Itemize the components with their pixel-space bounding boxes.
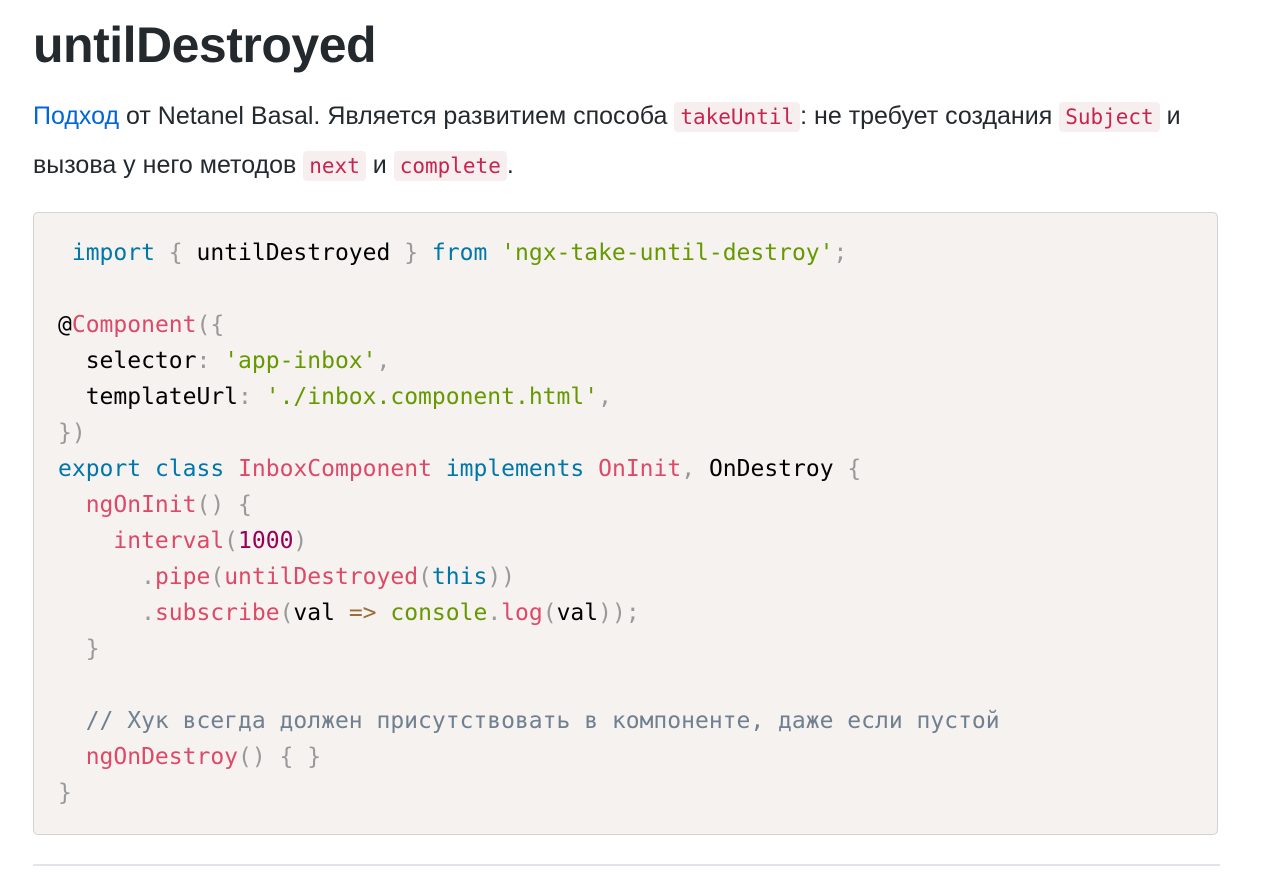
code-line: @Component({ [58, 307, 224, 343]
section-divider [33, 864, 1220, 866]
code-token: ( [224, 528, 239, 554]
code-line: ngOnInit() { [58, 487, 252, 523]
code-token: selector [58, 348, 197, 374]
code-token: 1000 [238, 528, 294, 554]
code-line: // Хук всегда должен присутствовать в ко… [58, 703, 1000, 739]
code-token: } [58, 780, 72, 806]
code-token: () { [196, 492, 252, 518]
code-token: import [58, 240, 155, 266]
code-token: => [348, 600, 377, 626]
code-token: // Хук всегда должен присутствовать в ко… [58, 708, 1000, 734]
code-token: { [154, 240, 197, 266]
inline-code-takeuntil: takeUntil [674, 102, 801, 132]
code-line: .subscribe(val => console.log(val)); [58, 595, 640, 631]
code-token: 'app-inbox' [224, 348, 377, 374]
code-line: } [58, 631, 100, 667]
code-block[interactable]: import { untilDestroyed } from 'ngx-take… [33, 212, 1218, 835]
code-token: this [431, 564, 488, 590]
code-line: }) [58, 415, 86, 451]
code-token: Component [71, 312, 197, 338]
code-token: pipe [154, 564, 211, 590]
code-token: untilDestroyed [196, 240, 391, 266]
code-token: from [431, 240, 488, 266]
code-line: interval(1000) [58, 523, 307, 559]
code-token: : [238, 384, 266, 410]
code-token: . [58, 600, 155, 626]
code-line: selector: 'app-inbox', [58, 343, 391, 379]
code-line: import { untilDestroyed } from 'ngx-take… [58, 235, 848, 271]
code-token: . [487, 600, 502, 626]
code-token: val [293, 600, 349, 626]
inline-code-complete: complete [393, 151, 507, 181]
intro-text-5: . [506, 151, 514, 179]
code-token: 'ngx-take-until-destroy' [501, 240, 834, 266]
code-token: class [154, 456, 225, 482]
code-token: ) [293, 528, 308, 554]
code-token: { [833, 456, 862, 482]
code-token: subscribe [154, 600, 280, 626]
code-token: ( [279, 600, 294, 626]
code-token: OnInit [598, 456, 682, 482]
code-token: ( [418, 564, 432, 590]
code-token: OnDestroy [708, 456, 834, 482]
code-token: untilDestroyed [224, 564, 419, 590]
code-token: './inbox.component.html' [265, 384, 599, 410]
code-token: )); [598, 600, 640, 626]
code-token: ngOnDestroy [58, 744, 239, 770]
code-token: , [681, 456, 709, 482]
code-token: ( [210, 564, 225, 590]
code-token: ; [833, 240, 848, 266]
intro-text-2: : не требует создания [800, 102, 1060, 130]
intro-text-1: от Netanel Basal. Является развитием спо… [119, 102, 675, 130]
code-token: )) [487, 564, 516, 590]
code-token: . [58, 564, 155, 590]
code-line: .pipe(untilDestroyed(this)) [58, 559, 515, 595]
section-heading: untilDestroyed [33, 17, 377, 73]
code-token: @ [58, 312, 72, 338]
code-line: templateUrl: './inbox.component.html', [58, 379, 612, 415]
code-token: }) [58, 420, 86, 446]
code-token: log [501, 600, 543, 626]
code-token: () { } [238, 744, 322, 770]
code-token: ngOnInit [58, 492, 197, 518]
code-token: ( [542, 600, 557, 626]
code-token: } [58, 636, 100, 662]
code-line: export class InboxComponent implements O… [58, 451, 861, 487]
code-token: , [376, 348, 391, 374]
approach-link[interactable]: Подход [33, 102, 119, 130]
code-line: } [58, 775, 72, 811]
intro-paragraph: Подход от Netanel Basal. Является развит… [33, 92, 1223, 190]
code-token: } [390, 240, 432, 266]
intro-text-4: и [365, 151, 394, 179]
code-token: InboxComponent [238, 456, 432, 482]
inline-code-subject: Subject [1059, 102, 1160, 132]
code-line: ngOnDestroy() { } [58, 739, 321, 775]
code-token: val [556, 600, 599, 626]
code-token: interval [58, 528, 225, 554]
code-token: templateUrl [58, 384, 239, 410]
code-token: : [196, 348, 225, 374]
code-token: , [598, 384, 612, 410]
code-token: console [390, 600, 488, 626]
code-token: ({ [196, 312, 225, 338]
inline-code-next: next [303, 151, 366, 181]
code-token: export [58, 456, 142, 482]
code-token: implements [445, 456, 585, 482]
